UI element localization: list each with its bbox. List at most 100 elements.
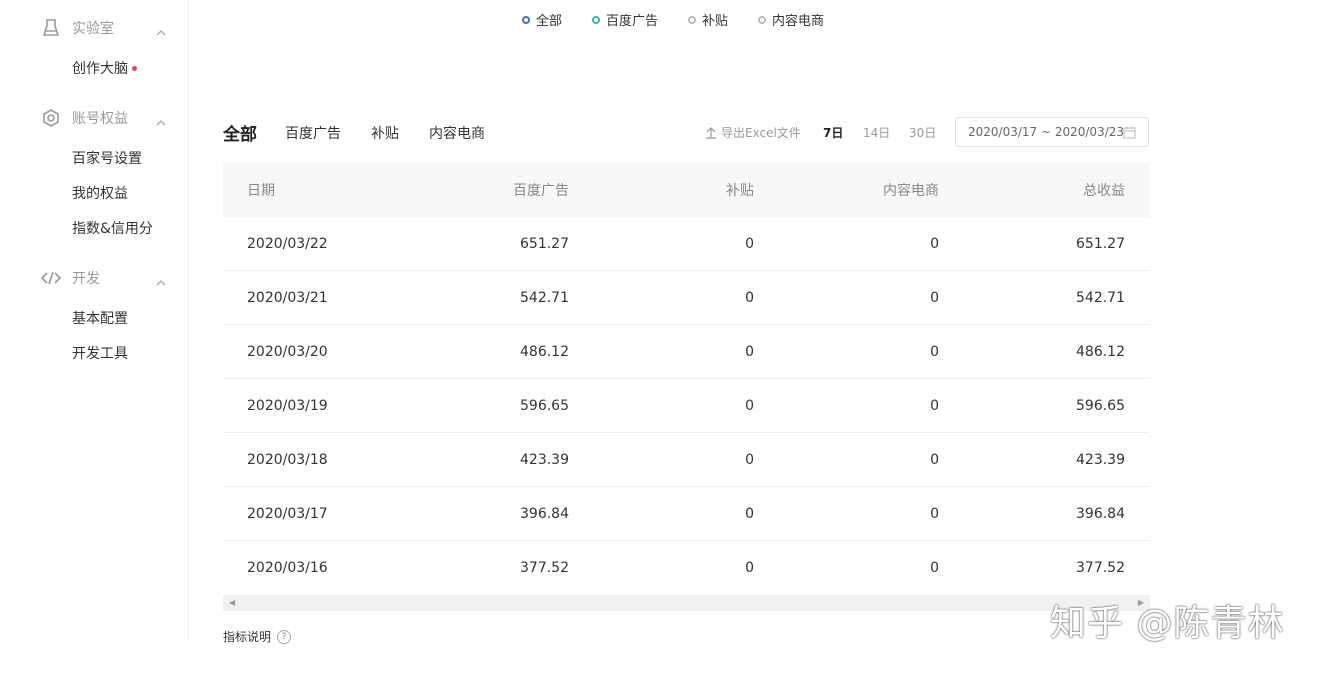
calendar-icon [1123, 126, 1136, 142]
table-row: 2020/03/18 423.39 0 0 423.39 [223, 433, 1150, 487]
cell-baidu-ads: 651.27 [520, 235, 569, 252]
chart-legend: 全部 百度广告 补贴 内容电商 [522, 10, 854, 29]
code-icon [40, 268, 62, 288]
date-range-picker[interactable]: 2020/03/17 ~ 2020/03/23 [955, 117, 1149, 147]
chevron-up-icon[interactable] [156, 112, 166, 131]
chevron-up-icon[interactable] [156, 22, 166, 41]
legend-item-subsidy[interactable]: 补贴 [688, 10, 728, 29]
column-header-ecommerce: 内容电商 [883, 183, 939, 199]
cell-ecommerce: 0 [930, 397, 939, 414]
indicator-label: 指标说明 [223, 630, 272, 644]
table-row: 2020/03/17 396.84 0 0 396.84 [223, 487, 1150, 541]
table-row: 2020/03/19 596.65 0 0 596.65 [223, 379, 1150, 433]
hexagon-gear-icon [40, 108, 62, 128]
range-14d-button[interactable]: 14日 [863, 124, 890, 141]
cell-baidu-ads: 596.65 [520, 397, 569, 414]
cell-baidu-ads: 486.12 [520, 343, 569, 360]
tab-ecommerce[interactable]: 内容电商 [429, 123, 485, 143]
cell-subsidy: 0 [745, 397, 754, 414]
legend-label: 百度广告 [606, 14, 659, 29]
export-excel-button[interactable]: 导出Excel文件 [705, 124, 801, 141]
sidebar-group-label: 实验室 [72, 21, 114, 37]
upload-icon [705, 126, 717, 139]
watermark: 知乎 @陈青林 [1050, 603, 1285, 644]
cell-total: 651.27 [1076, 235, 1125, 252]
cell-date: 2020/03/19 [247, 397, 328, 414]
legend-marker [522, 15, 530, 24]
horizontal-scrollbar[interactable]: ◀ ▶ [223, 595, 1150, 611]
indicator-explanation[interactable]: 指标说明 ? [223, 628, 292, 645]
tab-subsidy[interactable]: 补贴 [371, 123, 399, 143]
cell-total: 596.65 [1076, 397, 1125, 414]
column-header-total: 总收益 [1083, 183, 1125, 199]
cell-ecommerce: 0 [930, 451, 939, 468]
chevron-up-icon[interactable] [156, 272, 166, 291]
cell-baidu-ads: 396.84 [520, 505, 569, 522]
cell-baidu-ads: 542.71 [520, 289, 569, 306]
cell-ecommerce: 0 [930, 560, 939, 576]
export-label: 导出Excel文件 [721, 126, 801, 140]
sidebar-item-index-credit[interactable]: 指数&信用分 [72, 218, 153, 238]
cell-date: 2020/03/18 [247, 451, 328, 468]
cell-subsidy: 0 [745, 451, 754, 468]
legend-marker [688, 15, 697, 24]
cell-baidu-ads: 423.39 [520, 451, 569, 468]
cell-date: 2020/03/21 [247, 289, 328, 306]
column-header-subsidy: 补贴 [726, 183, 754, 199]
tab-all[interactable]: 全部 [223, 120, 257, 145]
legend-item-ecommerce[interactable]: 内容电商 [758, 10, 824, 29]
legend-marker [592, 15, 601, 24]
sidebar-item-account-settings[interactable]: 百家号设置 [72, 148, 142, 168]
table-row: 2020/03/20 486.12 0 0 486.12 [223, 325, 1150, 379]
sidebar-group-label: 账号权益 [72, 111, 128, 127]
table-body: 2020/03/22 651.27 0 0 651.27 2020/03/21 542.71… [223, 217, 1150, 595]
cell-date: 2020/03/17 [247, 505, 328, 522]
sidebar: 实验室 创作大脑 账号权益 百家号设置 我的权益 指数&信用分 开发 基本配置 … [0, 0, 189, 640]
column-header-baidu-ads: 百度广告 [513, 183, 569, 199]
cell-subsidy: 0 [745, 560, 754, 576]
legend-label: 内容电商 [772, 14, 825, 29]
sidebar-item-my-rights[interactable]: 我的权益 [72, 183, 128, 203]
legend-label: 全部 [536, 14, 563, 29]
table-row: 2020/03/22 651.27 0 0 651.27 [223, 217, 1150, 271]
cell-baidu-ads: 377.52 [520, 560, 569, 576]
table-row: 2020/03/16 377.52 0 0 377.52 [223, 541, 1150, 595]
legend-item-baidu-ads[interactable]: 百度广告 [592, 10, 658, 29]
cell-subsidy: 0 [745, 289, 754, 306]
sidebar-group-lab[interactable]: 实验室 [40, 16, 170, 40]
range-30d-button[interactable]: 30日 [909, 124, 936, 141]
sidebar-group-dev[interactable]: 开发 [40, 266, 170, 290]
range-7d-button[interactable]: 7日 [823, 124, 843, 141]
sidebar-item-label: 创作大脑 [72, 61, 128, 77]
date-range-value: 2020/03/17 ~ 2020/03/23 [968, 125, 1125, 139]
sidebar-group-label: 开发 [72, 271, 100, 287]
cell-total: 396.84 [1076, 505, 1125, 522]
legend-label: 补贴 [702, 14, 729, 29]
sidebar-item-creative-brain[interactable]: 创作大脑 [72, 58, 137, 78]
cell-date: 2020/03/16 [247, 560, 328, 576]
cell-ecommerce: 0 [930, 235, 939, 252]
earnings-table: 日期 百度广告 补贴 内容电商 总收益 2020/03/22 651.27 0 0 65… [223, 163, 1150, 595]
cell-subsidy: 0 [745, 235, 754, 252]
scroll-left-icon[interactable]: ◀ [229, 598, 235, 607]
help-icon[interactable]: ? [277, 629, 292, 644]
table-header: 日期 百度广告 补贴 内容电商 总收益 [223, 163, 1150, 217]
lab-icon [40, 18, 62, 38]
column-header-date: 日期 [247, 183, 275, 199]
sidebar-group-account[interactable]: 账号权益 [40, 106, 170, 130]
cell-total: 377.52 [1076, 560, 1125, 576]
cell-date: 2020/03/20 [247, 343, 328, 360]
notification-dot [132, 65, 137, 71]
cell-subsidy: 0 [745, 505, 754, 522]
cell-total: 423.39 [1076, 451, 1125, 468]
legend-marker [758, 15, 767, 24]
tab-baidu-ads[interactable]: 百度广告 [285, 123, 341, 143]
cell-subsidy: 0 [745, 343, 754, 360]
cell-total: 542.71 [1076, 289, 1125, 306]
sidebar-item-basic-config[interactable]: 基本配置 [72, 308, 128, 328]
sidebar-item-dev-tools[interactable]: 开发工具 [72, 343, 128, 363]
legend-item-all[interactable]: 全部 [522, 10, 562, 29]
cell-ecommerce: 0 [930, 505, 939, 522]
cell-ecommerce: 0 [930, 289, 939, 306]
cell-total: 486.12 [1076, 343, 1125, 360]
